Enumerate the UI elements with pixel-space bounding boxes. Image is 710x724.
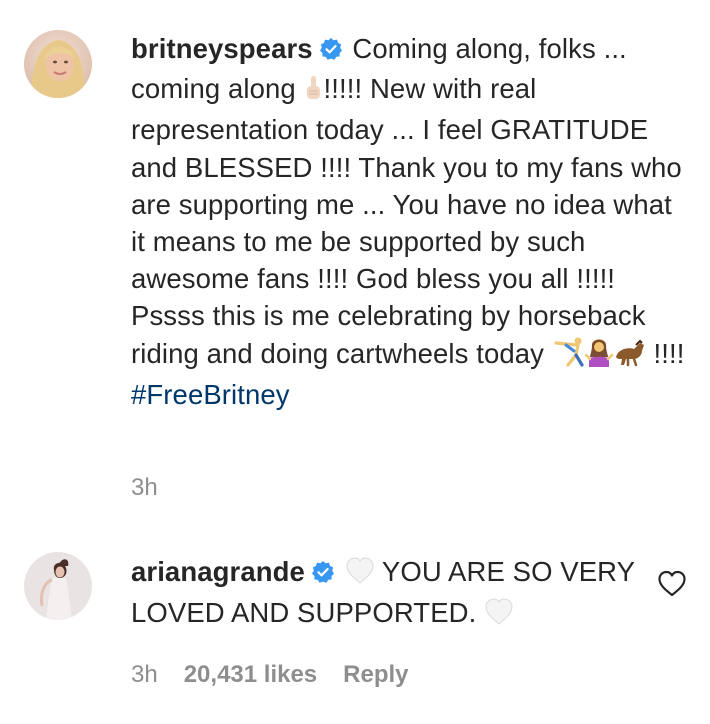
likes-count[interactable]: 20,431 likes (184, 661, 317, 689)
reply-button[interactable]: Reply (343, 661, 408, 689)
verified-badge-icon (319, 33, 343, 70)
username-arianagrande[interactable]: arianagrande (131, 556, 305, 587)
raised-finger-emoji-icon (304, 74, 324, 111)
activity-emoji-group (552, 337, 646, 376)
avatar-arianagrande[interactable] (24, 552, 92, 620)
comment-body-part2: !!!!! New with real representation today… (131, 73, 682, 369)
timestamp[interactable]: 3h (131, 474, 158, 502)
comment-text-arianagrande: arianagrande YOU ARE SO VERY LOVED AND S… (131, 553, 651, 635)
comment-meta-britneyspears: 3h (131, 474, 184, 502)
white-heart-emoji-icon (484, 598, 514, 635)
username-britneyspears[interactable]: britneyspears (131, 33, 313, 64)
horse-emoji-icon (615, 339, 644, 366)
verified-badge-icon (311, 556, 335, 593)
avatar-britneyspears[interactable] (24, 30, 92, 98)
white-heart-emoji-icon (345, 557, 375, 594)
comment-body-part3: !!!! (653, 337, 685, 369)
comment-text-britneyspears: britneyspears Coming along, folks ... co… (131, 30, 691, 413)
hashtag-link[interactable]: #FreeBritney (131, 379, 290, 410)
woman-shrugging-emoji-icon (584, 338, 614, 367)
cartwheel-emoji-icon (554, 337, 584, 367)
timestamp[interactable]: 3h (131, 661, 158, 689)
comment-meta-arianagrande: 3h 20,431 likes Reply (131, 661, 435, 689)
like-heart-icon[interactable] (657, 570, 687, 598)
